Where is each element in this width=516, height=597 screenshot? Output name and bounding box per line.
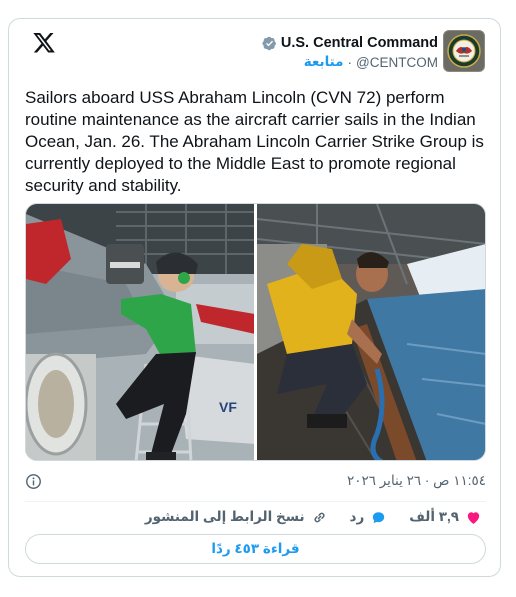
post-timestamp[interactable]: ١١:٥٤ ص · ٢٦ يناير ٢٠٢٦ [347, 473, 486, 489]
action-bar: ٣,٩ ألف رد نسخ الرابط إلى المنشور [25, 505, 486, 529]
like-button[interactable]: ٣,٩ ألف [409, 509, 482, 526]
copy-link-button[interactable]: نسخ الرابط إلى المنشور [145, 509, 328, 526]
link-icon [314, 512, 325, 522]
follow-link[interactable]: متابعة [304, 54, 344, 70]
deck-edge-illustration [257, 204, 485, 460]
reply-label: رد [349, 509, 365, 524]
account-info: U.S. Central Command متابعة · @CENTCOM [262, 35, 438, 70]
photo-sailor-aircraft-maintenance[interactable]: VF [26, 204, 254, 460]
timestamp-row: ١١:٥٤ ص · ٢٦ يناير ٢٠٢٦ [25, 471, 486, 491]
info-icon[interactable] [25, 473, 42, 490]
handle-row: متابعة · @CENTCOM [262, 54, 438, 70]
handle[interactable]: @CENTCOM [356, 55, 438, 70]
divider [25, 501, 486, 502]
read-replies-button[interactable]: قراءة ٤٥٣ ردًا [25, 534, 486, 564]
post-media[interactable]: VF [25, 203, 486, 461]
x-logo-icon[interactable] [33, 33, 55, 53]
name-row: U.S. Central Command [262, 35, 438, 51]
verified-badge-icon [262, 36, 276, 50]
aircraft-tail-text: VF [219, 399, 237, 415]
copy-link-label: نسخ الرابط إلى المنشور [144, 509, 305, 524]
photo-sailor-deck-edge[interactable] [257, 204, 485, 460]
heart-icon [467, 511, 480, 524]
reply-button[interactable]: رد [350, 509, 388, 526]
display-name[interactable]: U.S. Central Command [281, 35, 438, 51]
avatar[interactable] [443, 30, 485, 72]
handle-separator: · [347, 54, 353, 70]
like-count: ٣,٩ ألف [409, 509, 459, 524]
post-text: Sailors aboard USS Abraham Lincoln (CVN … [25, 88, 484, 195]
aircraft-maintenance-illustration: VF [26, 204, 254, 460]
centcom-seal-icon [447, 34, 481, 68]
embedded-post-card: U.S. Central Command متابعة · @CENTCOM S… [8, 18, 501, 577]
reply-bubble-icon [373, 511, 385, 523]
